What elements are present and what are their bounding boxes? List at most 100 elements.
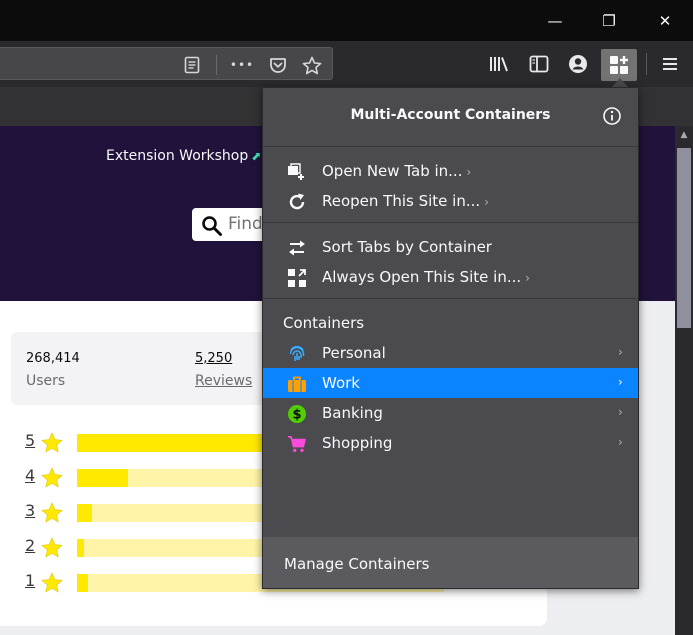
rating-bar-fill [77,504,92,522]
more-icon: ••• [229,58,255,72]
external-link-icon: ⬈ [251,149,262,163]
container-item-banking[interactable]: $ Banking › [263,398,638,428]
url-bar[interactable]: ••• [0,47,333,80]
extension-workshop-label: Extension Workshop [106,148,249,164]
open-new-tab-in-item[interactable]: Open New Tab in... › [263,156,638,186]
bookmark-star-icon [302,56,322,74]
rating-bar-fill [77,469,129,487]
containers-heading: Containers [283,314,365,332]
rating-stars-link[interactable]: 4 [25,466,35,485]
container-item-shopping[interactable]: Shopping › [263,428,638,458]
hamburger-menu-icon [663,58,677,70]
dollar-icon: $ [287,404,307,424]
chevron-right-icon: › [618,405,623,419]
star-icon [40,502,64,528]
chevron-right-icon: › [466,165,472,179]
containers-icon [610,56,628,74]
title-bar: — ❐ ✕ [0,0,693,41]
panel-separator [263,222,638,223]
chevron-right-icon: › [484,195,489,209]
reader-view-icon [184,56,200,74]
container-label-shopping: Shopping [322,434,393,452]
chevron-right-icon: › [618,435,623,449]
scroll-thumb[interactable] [677,148,691,328]
container-item-work[interactable]: Work › [263,368,638,398]
close-icon: ✕ [658,11,672,30]
open-new-tab-icon [287,162,307,182]
reader-view-button[interactable] [181,54,203,76]
pocket-button[interactable] [267,54,289,76]
briefcase-icon [287,374,307,394]
sidebar-button[interactable] [526,51,552,77]
container-label-banking: Banking [322,404,383,422]
reopen-icon [287,192,307,212]
manage-containers-label: Manage Containers [284,555,430,573]
url-separator [216,55,217,75]
star-icon [40,467,64,493]
chevron-right-icon: › [525,271,530,285]
rating-bar-fill [77,574,88,592]
pocket-icon [270,57,286,73]
svg-text:$: $ [292,408,301,423]
account-button[interactable] [565,51,591,77]
toolbar-separator [646,53,647,75]
info-icon[interactable] [602,106,622,126]
manage-containers-button[interactable]: Manage Containers [263,537,638,588]
container-item-personal[interactable]: Personal › [263,338,638,368]
rating-stars-link[interactable]: 1 [25,571,35,590]
restore-icon: ❐ [602,11,616,30]
extension-workshop-link[interactable]: Extension Workshop ⬈ [106,148,261,164]
users-count: 268,414 [26,351,80,366]
search-placeholder: Find [228,214,263,234]
vertical-scrollbar[interactable]: ▲ [675,126,693,635]
chevron-right-icon: › [618,375,623,389]
reopen-this-site-in-item[interactable]: Reopen This Site in... › [263,186,638,216]
reopen-site-label: Reopen This Site in... [322,192,481,210]
rating-bar-fill [77,434,268,452]
search-input[interactable]: Find [192,208,272,241]
chevron-right-icon: › [618,345,623,359]
minimize-button[interactable]: — [532,0,578,41]
close-window-button[interactable]: ✕ [642,0,688,41]
cart-icon [287,434,307,454]
library-icon [490,57,508,72]
restore-button[interactable]: ❐ [586,0,632,41]
always-open-this-site-in-item[interactable]: Always Open This Site in... › [263,262,638,292]
rating-stars-link[interactable]: 3 [25,501,35,520]
container-label-personal: Personal [322,344,386,362]
library-button[interactable] [486,51,512,77]
sort-tabs-by-container-item[interactable]: Sort Tabs by Container [263,232,638,262]
rating-stars-link[interactable]: 2 [25,536,35,555]
containers-button[interactable] [601,49,637,81]
bookmark-button[interactable] [301,54,323,76]
menu-button[interactable] [657,51,683,77]
sort-tabs-icon [287,238,307,258]
star-icon [40,432,64,458]
sort-tabs-label: Sort Tabs by Container [322,238,492,256]
star-icon [40,537,64,563]
navigation-toolbar: ••• [0,41,693,87]
open-new-tab-label: Open New Tab in... [322,162,463,180]
reviews-label-link[interactable]: Reviews [195,373,252,389]
containers-panel: Multi-Account Containers Open New Tab in… [262,87,639,589]
search-icon [202,216,222,236]
rating-stars-link[interactable]: 5 [25,431,35,450]
account-icon [569,55,587,73]
panel-header: Multi-Account Containers [263,88,638,146]
page-actions-button[interactable]: ••• [229,54,255,76]
scroll-up-arrow-icon[interactable]: ▲ [675,126,693,144]
always-open-icon [287,268,307,288]
container-label-work: Work [322,374,360,392]
fingerprint-icon [287,344,307,364]
star-icon [40,572,64,598]
rating-bar-fill [77,539,85,557]
panel-separator [263,146,638,147]
always-open-label: Always Open This Site in... [322,268,522,286]
minimize-icon: — [547,11,563,30]
reviews-count-link[interactable]: 5,250 [195,351,232,366]
panel-separator [263,298,638,299]
stats-box: 268,414 Users 5,250 Reviews [11,332,281,405]
panel-title: Multi-Account Containers [350,107,551,123]
users-label: Users [26,373,66,389]
sidebar-icon [529,55,549,73]
